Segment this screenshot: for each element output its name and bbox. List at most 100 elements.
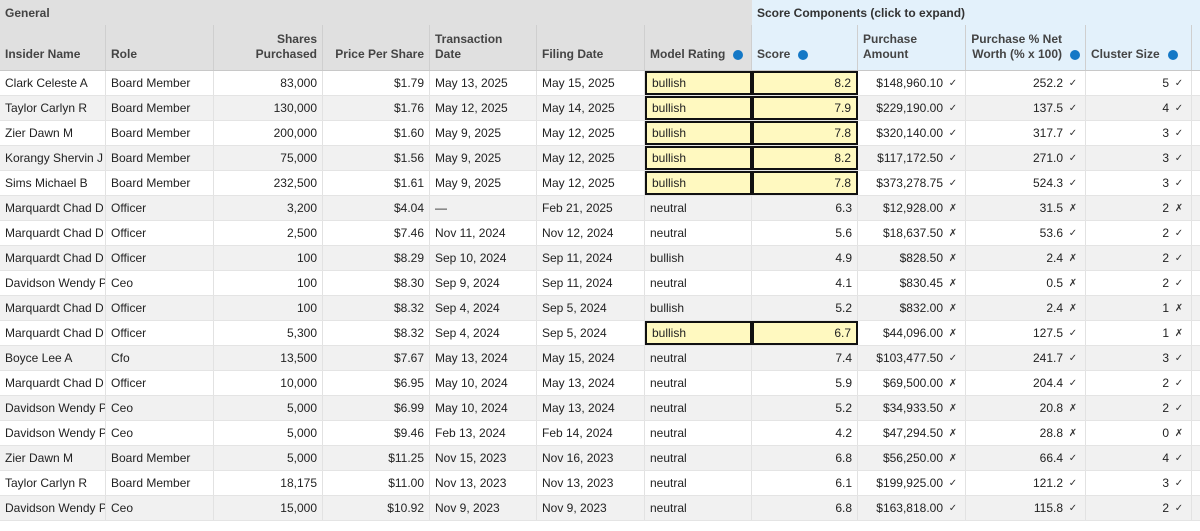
criterion-mark-icon: ✗ (1068, 402, 1078, 414)
value: $199,925.00 (876, 476, 943, 490)
cell-transaction-date: May 10, 2024 (430, 396, 537, 420)
table-row[interactable]: Marquardt Chad D Officer 10,000 $6.95 May 10… (0, 371, 1200, 396)
cell-transaction-date: May 9, 2025 (430, 121, 537, 145)
value: 115.8 (1033, 501, 1063, 515)
cell-insider-name: Clark Celeste A (0, 71, 106, 95)
header-overflow-column (1192, 25, 1200, 70)
cell-overflow (1192, 71, 1200, 95)
value: 0.5 (1046, 276, 1063, 290)
table-row[interactable]: Zier Dawn M Board Member 200,000 $1.60 May 9… (0, 121, 1200, 146)
table-row[interactable]: Marquardt Chad D Officer 3,200 $4.04— Feb 21… (0, 196, 1200, 221)
header-shares-purchased[interactable]: Shares Purchased (214, 25, 323, 70)
header-filing-date[interactable]: Filing Date (537, 25, 645, 70)
criterion-mark-icon: ✓ (1174, 77, 1184, 89)
criterion-mark-icon: ✓ (1068, 77, 1078, 89)
cell-cluster-size: 1 ✗ (1086, 296, 1192, 320)
cell-shares-purchased: 5,000 (214, 396, 323, 420)
header-purchase-amount[interactable]: Purchase Amount (858, 25, 966, 70)
cell-filing-date: May 15, 2024 (537, 346, 645, 370)
criterion-mark-icon: ✓ (1068, 177, 1078, 189)
criterion-mark-icon: ✓ (1174, 102, 1184, 114)
criterion-mark-icon: ✗ (948, 252, 958, 264)
cell-price-per-share: $6.99 (323, 396, 430, 420)
table-row[interactable]: Boyce Lee A Cfo 13,500 $7.67 May 13, 2024 May… (0, 346, 1200, 371)
cell-model-rating: neutral (645, 471, 752, 495)
cell-transaction-date: May 10, 2024 (430, 371, 537, 395)
cell-filing-date: Sep 11, 2024 (537, 271, 645, 295)
criterion-mark-icon: ✓ (948, 502, 958, 514)
cell-insider-name: Davidson Wendy P (0, 271, 106, 295)
table-row[interactable]: Marquardt Chad D Officer 5,300 $8.32 Sep 4, … (0, 321, 1200, 346)
header-score[interactable]: Score (752, 25, 858, 70)
criterion-mark-icon: ✗ (948, 452, 958, 464)
header-transaction-date[interactable]: Transaction Date (430, 25, 537, 70)
table-row[interactable]: Marquardt Chad D Officer 100 $8.29 Sep 10, 2… (0, 246, 1200, 271)
cell-model-rating: bullish (645, 171, 752, 195)
value: 5 (1162, 76, 1169, 90)
cell-score: 8.2 (752, 146, 858, 170)
cell-purchase-amount: $229,190.00 ✓ (858, 96, 966, 120)
cell-model-rating: neutral (645, 196, 752, 220)
value: $117,172.50 (877, 151, 943, 165)
header-price-per-share[interactable]: Price Per Share (323, 25, 430, 70)
cell-transaction-date: May 13, 2024 (430, 346, 537, 370)
table-row[interactable]: Zier Dawn M Board Member 5,000 $11.25 Nov 15… (0, 446, 1200, 471)
criterion-mark-icon: ✓ (1174, 452, 1184, 464)
criterion-mark-icon: ✓ (948, 102, 958, 114)
cell-transaction-date: Sep 4, 2024 (430, 321, 537, 345)
table-row[interactable]: Davidson Wendy P Ceo 100 $8.30 Sep 9, 2024 Se… (0, 271, 1200, 296)
value: 252.2 (1032, 76, 1063, 90)
table-row[interactable]: Marquardt Chad D Officer 2,500 $7.46 Nov 11,… (0, 221, 1200, 246)
cell-insider-name: Marquardt Chad D (0, 371, 106, 395)
info-icon[interactable] (1070, 50, 1080, 60)
header-purchase-pct-net-worth[interactable]: Purchase % Net Worth (% x 100) (966, 25, 1086, 70)
header-model-rating[interactable]: Model Rating (645, 25, 752, 70)
cell-shares-purchased: 130,000 (214, 96, 323, 120)
info-icon[interactable] (733, 50, 744, 60)
value: 2 (1162, 276, 1169, 290)
table-row[interactable]: Sims Michael B Board Member 232,500 $1.61 Ma… (0, 171, 1200, 196)
cell-purchase-pct-net-worth: 137.5 ✓ (966, 96, 1086, 120)
table-row[interactable]: Clark Celeste A Board Member 83,000 $1.79 Ma… (0, 71, 1200, 96)
criterion-mark-icon: ✗ (1174, 202, 1184, 214)
cell-role: Board Member (106, 446, 214, 470)
cell-price-per-share: $8.32 (323, 296, 430, 320)
cell-model-rating: neutral (645, 371, 752, 395)
cell-purchase-amount: $56,250.00 ✗ (858, 446, 966, 470)
cell-score: 4.1 (752, 271, 858, 295)
table-row[interactable]: Taylor Carlyn R Board Member 18,175 $11.00 N… (0, 471, 1200, 496)
table-row[interactable]: Korangy Shervin J Board Member 75,000 $1.56… (0, 146, 1200, 171)
criterion-mark-icon: ✗ (1068, 302, 1078, 314)
value: $18,637.50 (882, 226, 943, 240)
cell-transaction-date: Nov 15, 2023 (430, 446, 537, 470)
cell-filing-date: May 14, 2025 (537, 96, 645, 120)
value: 3 (1162, 176, 1169, 190)
value: $373,278.75 (876, 176, 943, 190)
header-label: Role (111, 47, 138, 61)
cell-insider-name: Davidson Wendy P (0, 421, 106, 445)
group-score-components[interactable]: Score Components (click to expand) (752, 0, 1200, 25)
cell-shares-purchased: 100 (214, 271, 323, 295)
table-row[interactable]: Davidson Wendy P Ceo 5,000 $6.99 May 10, 202… (0, 396, 1200, 421)
header-label: Purchase Amount (863, 32, 918, 61)
insider-table: General Score Components (click to expan… (0, 0, 1200, 521)
table-row[interactable]: Davidson Wendy P Ceo 15,000 $10.92 Nov 9, 20… (0, 496, 1200, 521)
cell-cluster-size: 3 ✓ (1086, 471, 1192, 495)
header-cluster-size[interactable]: Cluster Size (1086, 25, 1192, 70)
info-icon[interactable] (798, 50, 809, 60)
table-row[interactable]: Davidson Wendy P Ceo 5,000 $9.46 Feb 13, 202… (0, 421, 1200, 446)
cell-insider-name: Taylor Carlyn R (0, 471, 106, 495)
criterion-mark-icon: ✗ (948, 402, 958, 414)
cell-overflow (1192, 396, 1200, 420)
criterion-mark-icon: ✓ (1174, 377, 1184, 389)
header-insider-name[interactable]: Insider Name (0, 25, 106, 70)
info-icon[interactable] (1167, 50, 1178, 60)
cell-role: Ceo (106, 496, 214, 520)
header-role[interactable]: Role (106, 25, 214, 70)
cell-shares-purchased: 100 (214, 296, 323, 320)
criterion-mark-icon: ✓ (1068, 102, 1078, 114)
criterion-mark-icon: ✓ (1174, 127, 1184, 139)
cell-purchase-amount: $47,294.50 ✗ (858, 421, 966, 445)
table-row[interactable]: Taylor Carlyn R Board Member 130,000 $1.76 M… (0, 96, 1200, 121)
table-row[interactable]: Marquardt Chad D Officer 100 $8.32 Sep 4, 20… (0, 296, 1200, 321)
